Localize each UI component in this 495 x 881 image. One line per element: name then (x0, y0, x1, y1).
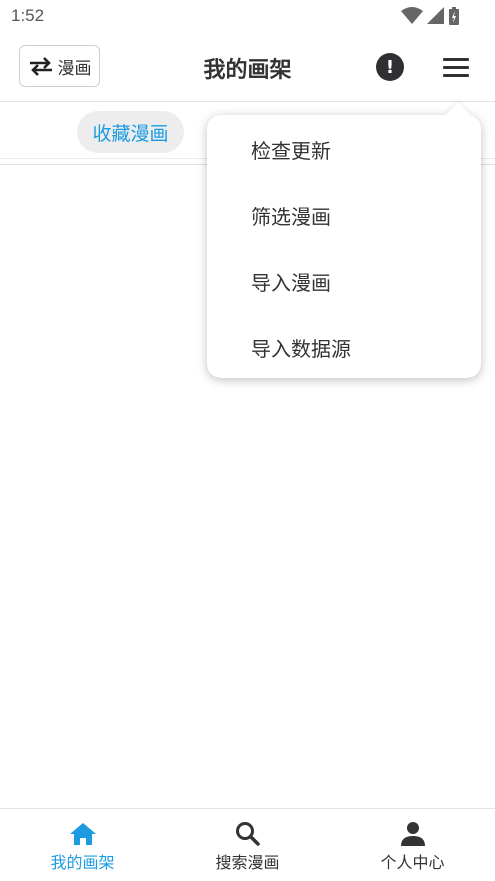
nav-label-bookshelf: 我的画架 (50, 853, 115, 872)
nav-item-profile[interactable]: 个人中心 (330, 809, 495, 881)
status-icons (401, 7, 459, 25)
overflow-menu: 检查更新 筛选漫画 导入漫画 导入数据源 (207, 115, 481, 378)
battery-icon (449, 7, 459, 25)
status-bar: 1:52 (0, 0, 495, 34)
menu-item-import-source[interactable]: 导入数据源 (251, 333, 351, 362)
status-time: 1:52 (11, 6, 45, 25)
tab-favorites[interactable]: 收藏漫画 (77, 111, 184, 153)
menu-icon[interactable] (443, 58, 469, 78)
nav-item-search[interactable]: 搜索漫画 (165, 809, 330, 881)
search-icon (235, 822, 260, 846)
menu-item-import-comics[interactable]: 导入漫画 (251, 267, 331, 296)
menu-item-filter-comics[interactable]: 筛选漫画 (251, 201, 331, 230)
menu-item-check-update[interactable]: 检查更新 (251, 135, 331, 164)
top-app-bar: 漫画 我的画架 ! (0, 34, 495, 100)
bottom-nav: 我的画架 搜索漫画 个人中心 (0, 808, 495, 881)
wifi-icon (401, 7, 423, 24)
nav-label-search: 搜索漫画 (215, 853, 280, 872)
page-title: 我的画架 (203, 58, 292, 83)
alert-icon[interactable]: ! (376, 53, 404, 81)
nav-item-bookshelf[interactable]: 我的画架 (0, 809, 165, 881)
signal-icon (427, 7, 444, 24)
home-icon (69, 823, 96, 845)
nav-label-profile: 个人中心 (380, 853, 445, 872)
person-icon (400, 822, 425, 846)
